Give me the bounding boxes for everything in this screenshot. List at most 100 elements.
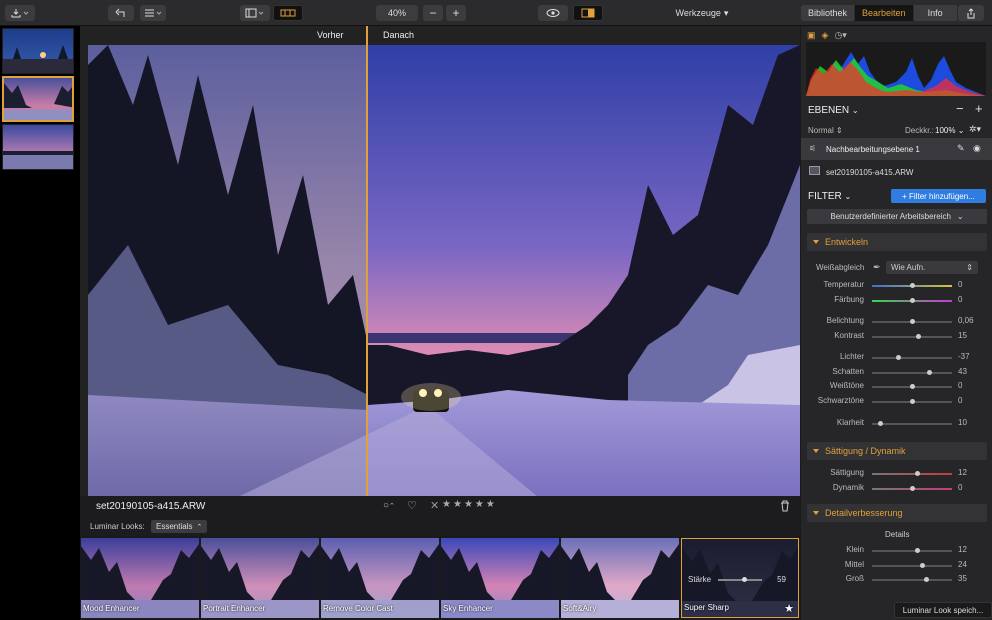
slider-row: Klarheit 10 [801, 418, 992, 430]
section-develop[interactable]: Entwickeln [807, 233, 987, 251]
gear-icon[interactable]: ✲▾ [969, 124, 981, 135]
remove-layer-button[interactable]: − [956, 101, 964, 116]
star-icon[interactable]: ★ [453, 499, 462, 510]
mode-tabs: Bibliothek Bearbeiten Info [801, 5, 958, 21]
section-saturation[interactable]: Sättigung / Dynamik [807, 442, 987, 460]
filmstrip-thumb[interactable] [2, 124, 74, 170]
slider-knob[interactable] [910, 298, 915, 303]
share-button[interactable] [958, 5, 984, 21]
eyedropper-icon[interactable]: ✒ [873, 262, 881, 273]
look-preset[interactable]: Portrait Enhancer [201, 538, 319, 618]
heart-icon[interactable]: ♡ [407, 499, 417, 512]
add-layer-button[interactable]: + [975, 101, 983, 116]
slider-row: Groß 35 [801, 574, 992, 586]
star-icon[interactable]: ★ [486, 499, 495, 510]
slider-knob[interactable] [915, 334, 921, 339]
slider-track[interactable] [872, 298, 952, 303]
layout-button[interactable] [240, 5, 270, 21]
slider-knob[interactable] [878, 421, 883, 426]
slider-track[interactable] [872, 471, 952, 476]
slider-track[interactable] [872, 370, 952, 375]
slider-track[interactable] [872, 384, 952, 389]
look-preset[interactable]: Soft&Airy [561, 538, 679, 618]
histogram-icon[interactable]: ▣ [807, 30, 816, 41]
filmstrip-thumb-selected[interactable] [2, 76, 74, 122]
layers-icon[interactable]: ◈ [822, 30, 829, 41]
slider-track[interactable] [872, 548, 952, 553]
white-balance-select[interactable]: Wie Aufn. ⇕ [886, 261, 978, 274]
reject-icon[interactable]: ✕ [430, 499, 439, 512]
slider-knob[interactable] [910, 486, 915, 491]
layer-row-selected[interactable]: ⚟ Nachbearbeitungsebene 1 ✎ ◉ [801, 138, 992, 160]
zoom-out-button[interactable]: − [423, 5, 443, 21]
slider-knob[interactable] [895, 355, 901, 360]
look-name: Sky Enhancer [443, 604, 493, 613]
workspace-select[interactable]: Benutzerdefinierter Arbeitsbereich ⌄ [807, 209, 987, 224]
slider-track[interactable] [872, 563, 952, 568]
compare-split-handle[interactable] [366, 26, 368, 496]
visibility-eye-icon[interactable]: ◉ [973, 143, 981, 154]
looks-collection-select[interactable]: Essentials ⌃ [151, 520, 208, 533]
slider-label: Lichter [839, 352, 864, 361]
slider-knob[interactable] [910, 384, 915, 389]
tab-info[interactable]: Info [913, 5, 958, 21]
slider-track[interactable] [872, 421, 952, 426]
undo-button[interactable] [108, 5, 134, 21]
color-label-select[interactable]: ○⌃ [383, 500, 395, 511]
slider-knob[interactable] [914, 471, 920, 476]
look-preset[interactable]: Remove Color Cast [321, 538, 439, 618]
tools-menu[interactable]: Werkzeuge ▾ [675, 5, 729, 21]
slider-track[interactable] [872, 334, 952, 339]
slider-knob[interactable] [923, 577, 929, 582]
filmstrip [0, 26, 80, 620]
slider-track[interactable] [872, 355, 952, 360]
tab-library[interactable]: Bibliothek [801, 5, 856, 21]
look-preset[interactable]: Super Sharp Stärke 59 ★ [681, 538, 799, 618]
image-viewer[interactable]: Vorher Danach [80, 26, 800, 497]
brush-icon[interactable]: ✎ [957, 143, 965, 154]
preview-button[interactable] [538, 5, 568, 21]
look-preset[interactable]: Mood Enhancer [81, 538, 199, 618]
eye-icon [546, 9, 560, 17]
star-icon[interactable]: ★ [442, 499, 451, 510]
slider-track[interactable] [872, 577, 952, 582]
slider-knob[interactable] [914, 548, 920, 553]
zoom-in-button[interactable]: + [446, 5, 466, 21]
strength-slider[interactable] [718, 577, 762, 582]
layer-name: Nachbearbeitungsebene 1 [826, 145, 920, 154]
slider-knob[interactable] [919, 563, 925, 568]
export-button[interactable] [5, 5, 35, 21]
layers-title[interactable]: EBENEN ⌄ [808, 105, 859, 116]
layer-row[interactable]: set20190105-a415.ARW [801, 161, 992, 183]
slider-label: Groß [845, 574, 864, 583]
slider-track[interactable] [872, 486, 952, 491]
slider-knob[interactable] [926, 370, 932, 375]
opacity-value[interactable]: 100% ⌄ [935, 126, 964, 135]
history-clock-icon[interactable]: ◷▾ [834, 30, 846, 41]
favorite-star-icon[interactable]: ★ [784, 602, 794, 615]
section-detail[interactable]: Detailverbesserung [807, 504, 987, 522]
add-filter-button[interactable]: + Filter hinzufügen... [891, 189, 986, 203]
slider-track[interactable] [872, 319, 952, 324]
workspace-value: Benutzerdefinierter Arbeitsbereich [830, 212, 951, 221]
save-look-button[interactable]: Luminar Look speich... [894, 602, 992, 618]
compare-button[interactable] [573, 5, 603, 21]
filter-title[interactable]: FILTER ⌄ [808, 191, 851, 202]
slider-knob[interactable] [910, 319, 915, 324]
star-icon[interactable]: ★ [464, 499, 473, 510]
slider-knob[interactable] [741, 577, 747, 582]
filmstrip-thumb[interactable] [2, 28, 74, 74]
filmstrip-toggle[interactable] [273, 5, 303, 21]
trash-icon[interactable] [780, 500, 790, 512]
slider-knob[interactable] [910, 399, 915, 404]
zoom-select[interactable]: 40% [376, 5, 418, 21]
look-preset[interactable]: Sky Enhancer [441, 538, 559, 618]
star-icon[interactable]: ★ [475, 499, 484, 510]
slider-track[interactable] [872, 283, 952, 288]
blend-mode-select[interactable]: Normal ⇕ [808, 126, 843, 135]
tab-edit[interactable]: Bearbeiten [855, 5, 914, 21]
history-button[interactable] [140, 5, 166, 21]
star-rating[interactable]: ★ ★ ★ ★ ★ [442, 499, 495, 510]
slider-knob[interactable] [910, 283, 915, 288]
slider-track[interactable] [872, 399, 952, 404]
